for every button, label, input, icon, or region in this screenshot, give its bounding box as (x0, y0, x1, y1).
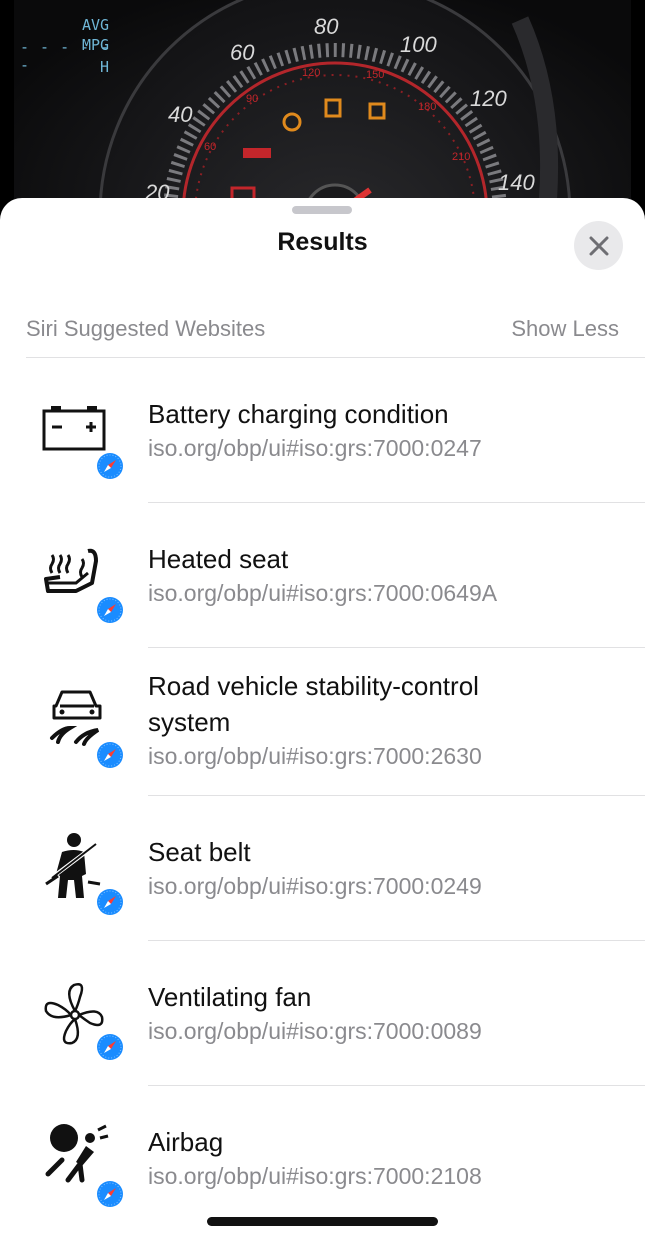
result-title: Road vehicle stability-control system (148, 671, 479, 737)
results-sheet: Results Siri Suggested Websites Show Les… (0, 198, 645, 1240)
safari-compass-icon (95, 887, 125, 917)
result-row[interactable]: Airbag iso.org/obp/ui#iso:grs:7000:2108 (0, 1086, 645, 1231)
speed-80: 80 (314, 14, 339, 39)
result-title: Ventilating fan (148, 982, 312, 1012)
speed-60: 60 (230, 40, 255, 65)
result-url: iso.org/obp/ui#iso:grs:7000:0649A (148, 580, 498, 606)
result-title: Seat belt (148, 837, 251, 867)
result-icon-container (38, 686, 130, 776)
kmh-150: 150 (366, 69, 384, 81)
result-row[interactable]: Battery charging condition iso.org/obp/u… (0, 358, 645, 503)
result-icon-container (38, 1122, 130, 1212)
left-edge (0, 0, 14, 230)
kmh-180: 180 (418, 101, 436, 113)
safari-compass-icon (95, 451, 125, 481)
result-row[interactable]: Heated seat iso.org/obp/ui#iso:grs:7000:… (0, 503, 645, 648)
lcd-avg: AVG (82, 16, 110, 34)
background-photo: 20 40 60 80 100 120 140 60 90 120 150 18… (0, 0, 645, 230)
result-title: Heated seat (148, 544, 289, 574)
result-icon-container (38, 981, 130, 1071)
result-row[interactable]: Seat belt iso.org/obp/ui#iso:grs:7000:02… (0, 796, 645, 941)
trip-computer-display: AVG MPG - - - - - - H (20, 8, 120, 88)
lcd-h: H (100, 58, 110, 76)
speed-140: 140 (498, 170, 535, 195)
kmh-60: 60 (204, 141, 216, 153)
speed-100: 100 (400, 32, 437, 57)
right-edge (631, 0, 645, 230)
speed-40: 40 (168, 102, 193, 127)
close-button[interactable] (574, 221, 623, 270)
result-title: Airbag (148, 1127, 224, 1157)
sheet-title: Results (277, 228, 368, 256)
section-title: Siri Suggested Websites (26, 316, 266, 341)
kmh-120: 120 (302, 67, 320, 79)
sheet-grabber[interactable] (292, 206, 352, 214)
section-header: Siri Suggested Websites Show Less (26, 316, 619, 346)
result-url: iso.org/obp/ui#iso:grs:7000:0089 (148, 1018, 482, 1044)
result-url: iso.org/obp/ui#iso:grs:7000:0249 (148, 873, 482, 899)
speed-120: 120 (470, 86, 507, 111)
safari-compass-icon (95, 1179, 125, 1209)
safari-compass-icon (95, 740, 125, 770)
close-icon (589, 236, 608, 255)
result-icon-container (38, 543, 130, 633)
result-row[interactable]: Road vehicle stability-control system is… (0, 648, 645, 796)
result-url: iso.org/obp/ui#iso:grs:7000:2630 (148, 743, 482, 769)
result-title: Battery charging condition (148, 399, 449, 429)
result-url: iso.org/obp/ui#iso:grs:7000:2108 (148, 1163, 482, 1189)
safari-compass-icon (95, 1032, 125, 1062)
result-row[interactable]: Ventilating fan iso.org/obp/ui#iso:grs:7… (0, 941, 645, 1086)
show-less-button[interactable]: Show Less (511, 316, 619, 342)
result-icon-container (38, 403, 130, 493)
safari-compass-icon (95, 595, 125, 625)
result-icon-container (38, 832, 130, 922)
kmh-210: 210 (452, 151, 470, 163)
result-url: iso.org/obp/ui#iso:grs:7000:0247 (148, 435, 482, 461)
kmh-90: 90 (246, 93, 258, 105)
home-indicator[interactable] (207, 1217, 438, 1226)
